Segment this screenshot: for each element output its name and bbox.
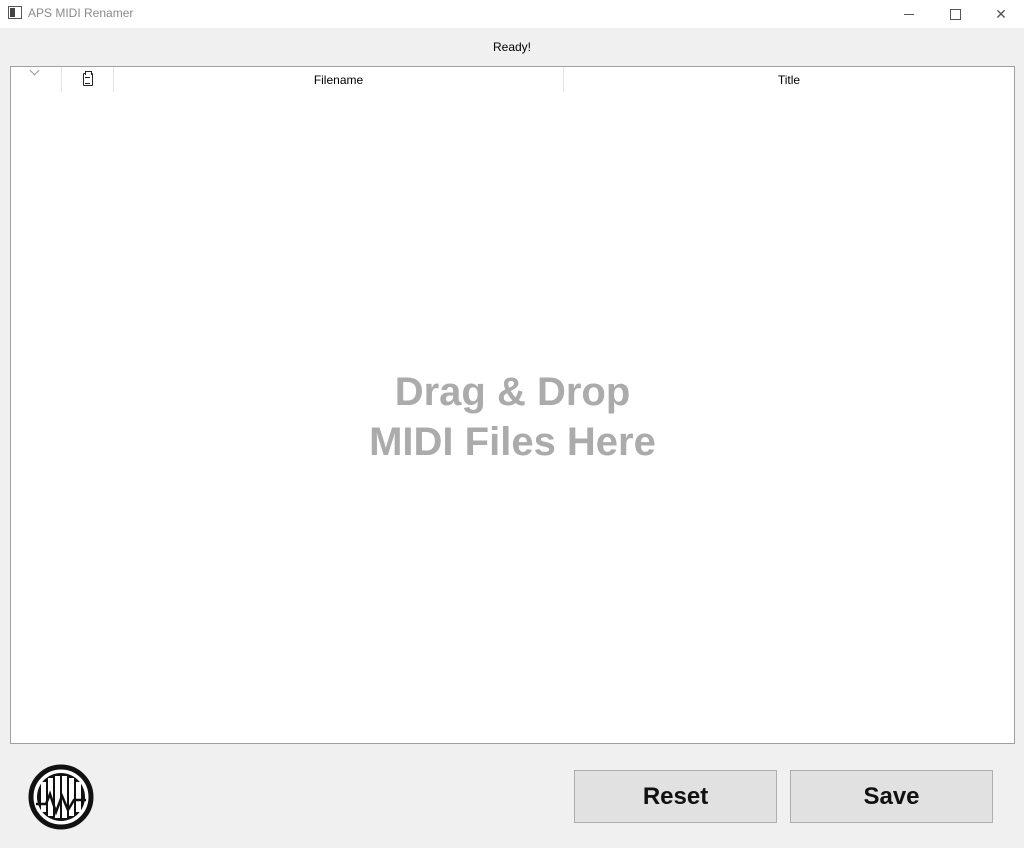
company-logo xyxy=(28,764,243,830)
close-icon: ✕ xyxy=(995,5,1007,22)
app-icon xyxy=(8,6,22,19)
close-button[interactable]: ✕ xyxy=(978,0,1024,28)
clipboard-column-header[interactable] xyxy=(62,67,114,92)
minimize-button[interactable] xyxy=(886,0,932,28)
title-bar: APS MIDI Renamer ✕ xyxy=(0,0,1024,28)
table-header: Filename Title xyxy=(11,65,1014,92)
drop-zone-hint: Drag & Drop MIDI Files Here xyxy=(11,367,1014,467)
status-label: Ready! xyxy=(492,40,532,54)
piano-keys-logo-icon xyxy=(28,764,94,830)
minimize-icon xyxy=(904,13,914,15)
reset-button[interactable]: Reset xyxy=(574,770,777,823)
expand-column-header[interactable] xyxy=(11,65,62,92)
drop-hint-line1: Drag & Drop xyxy=(394,370,631,414)
chevron-down-icon xyxy=(29,65,40,76)
column-header-filename[interactable]: Filename xyxy=(114,67,564,92)
window-title: APS MIDI Renamer xyxy=(28,6,134,20)
maximize-icon xyxy=(949,8,961,20)
file-table[interactable]: Filename Title Drag & Drop MIDI Files He… xyxy=(10,65,1015,744)
maximize-button[interactable] xyxy=(932,0,978,28)
drop-hint-line2: MIDI Files Here xyxy=(369,420,656,464)
column-header-title[interactable]: Title xyxy=(564,67,1014,92)
clipboard-icon xyxy=(82,71,93,86)
save-button[interactable]: Save xyxy=(790,770,993,823)
